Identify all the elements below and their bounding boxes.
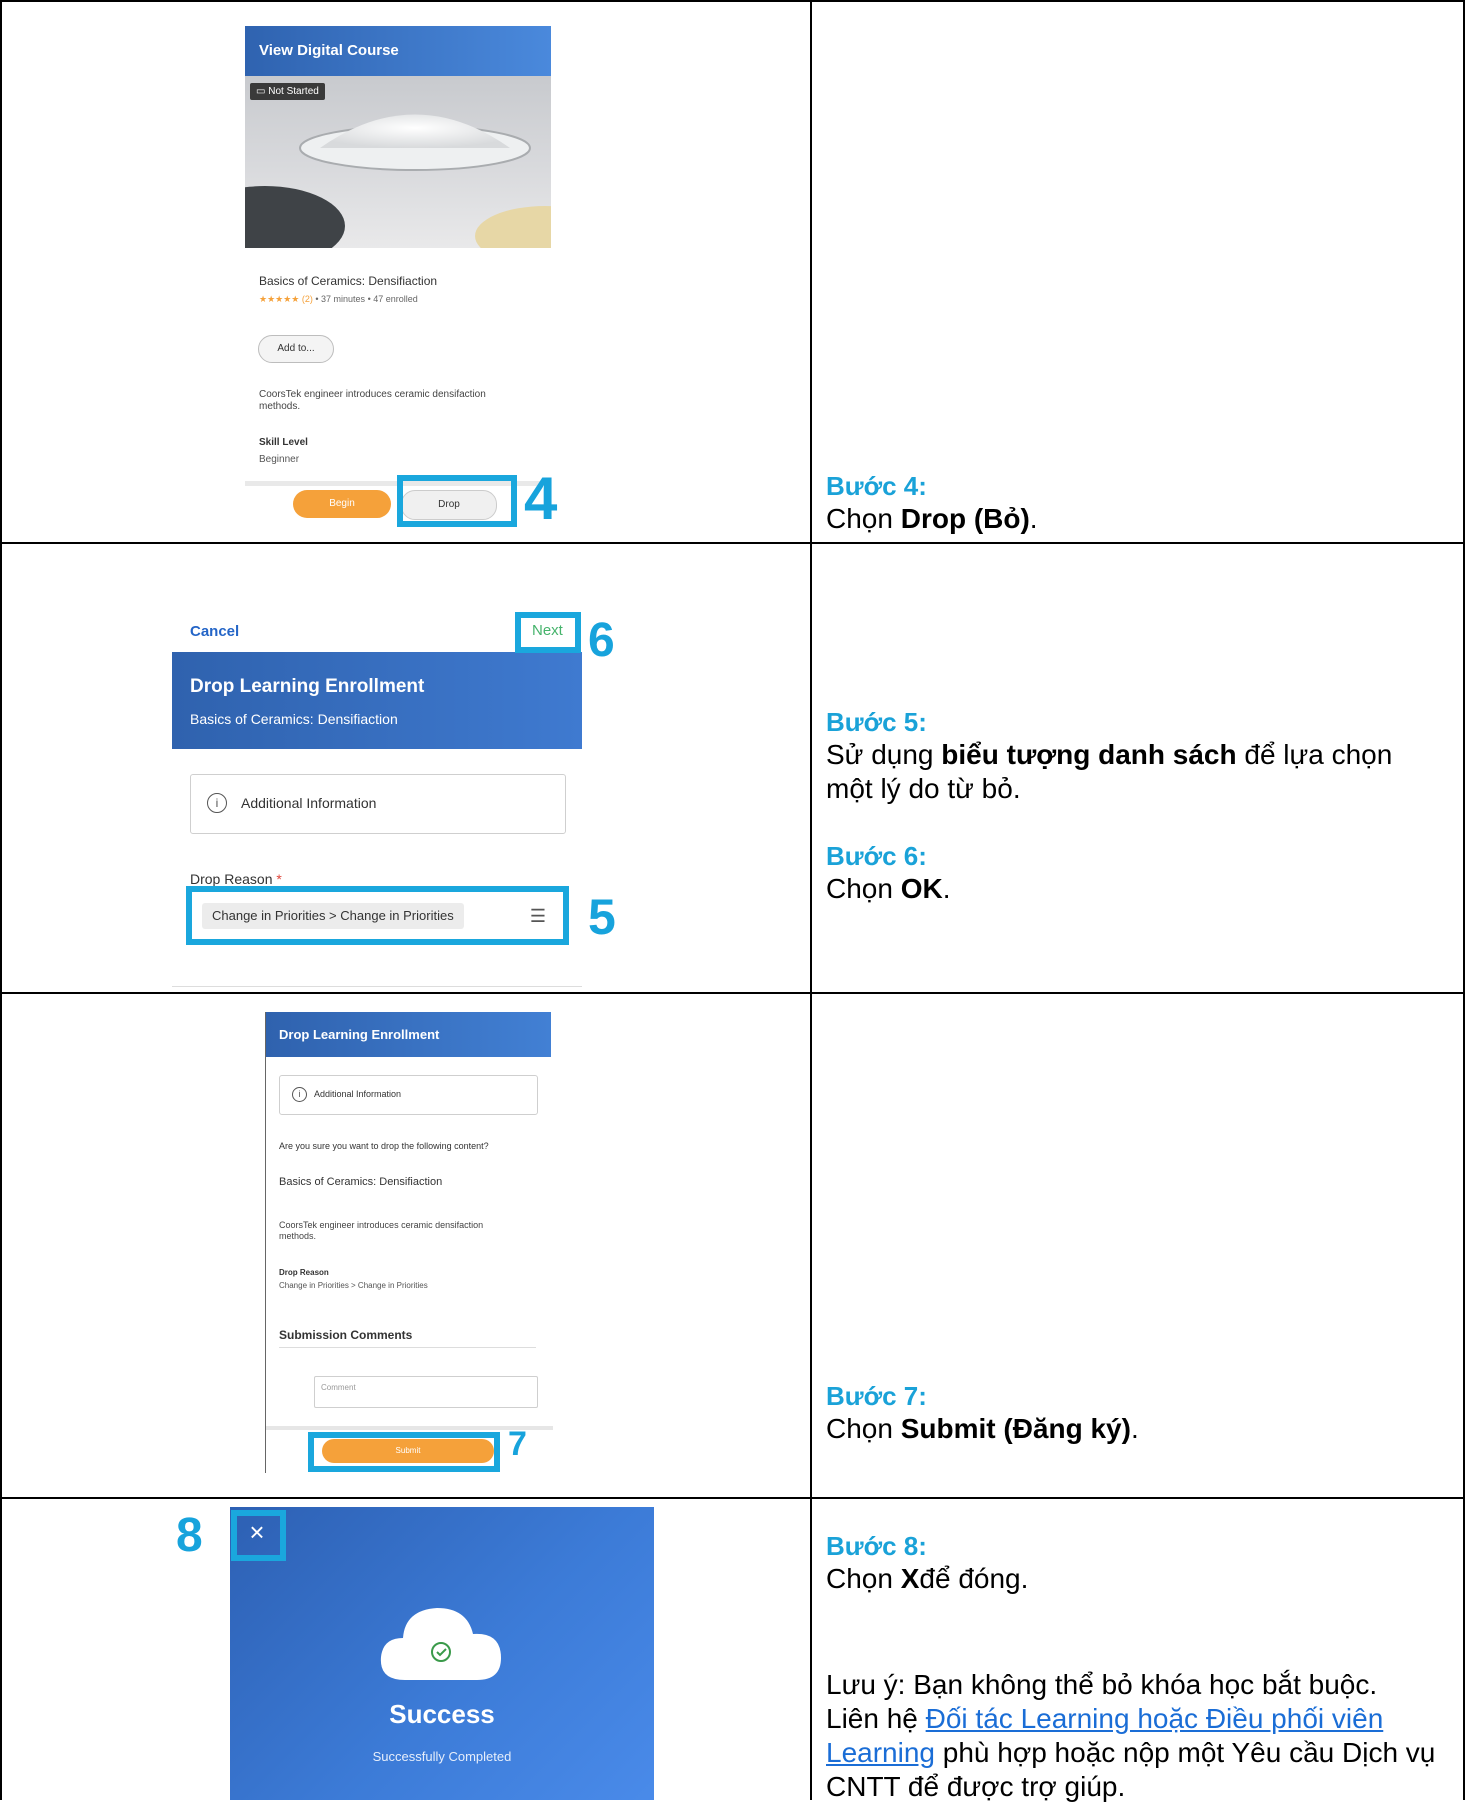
drop-reason-highlight-box <box>186 886 569 945</box>
enrollment-title: Drop Learning Enrollment <box>190 676 425 697</box>
additional-information-box[interactable]: i Additional Information <box>190 774 566 834</box>
table-border-top <box>0 0 1465 2</box>
step-8-bold: X <box>900 1563 920 1594</box>
cloud-icon <box>380 1608 501 1680</box>
table-row-divider-3 <box>0 1497 1465 1499</box>
confirm-header-title: Drop Learning Enrollment <box>279 1027 440 1042</box>
course-description: CoorsTek engineer introduces ceramic den… <box>259 389 486 412</box>
required-marker: * <box>276 871 282 887</box>
step-8-text: Chọn Xđể đóng. <box>826 1562 1436 1596</box>
step-5-instruction: Bước 5: Sử dụng biểu tượng danh sách để … <box>826 706 1436 806</box>
step-7-text: Chọn Submit (Đăng ký). <box>826 1412 1436 1446</box>
step-7-title: Bước 7: <box>826 1381 927 1411</box>
table-row-divider-1 <box>0 542 1465 544</box>
screenshot-confirm-drop: Drop Learning Enrollment i Additional In… <box>265 1012 553 1473</box>
step-4-text: Chọn Drop (Bỏ). <box>826 502 1436 536</box>
success-title: Success <box>389 1699 495 1729</box>
screenshot-success: × Success Successfully Completed <box>230 1507 654 1800</box>
course-enrolled: 47 enrolled <box>373 294 418 304</box>
callout-7: 7 <box>508 1425 527 1463</box>
step-8-post: để đóng. <box>919 1563 1029 1594</box>
course-thumbnail: ▭ Not Started <box>245 76 551 248</box>
confirm-question: Are you sure you want to drop the follow… <box>279 1141 489 1151</box>
rating-stars: ★★★★★ (2) <box>259 294 313 304</box>
submit-highlight-box <box>308 1432 500 1472</box>
ceramic-powder-image <box>245 114 551 248</box>
course-duration: 37 minutes <box>321 294 366 304</box>
table-column-divider <box>810 0 812 1800</box>
screenshot-view-digital-course: View Digital Course ▭ Not Started Basics… <box>245 26 551 531</box>
divider <box>279 1347 536 1348</box>
step-5-pre: Sử dụng <box>826 739 942 770</box>
next-highlight-box <box>515 612 581 653</box>
step-7-pre: Chọn <box>826 1413 901 1444</box>
step-5-title: Bước 5: <box>826 707 927 737</box>
close-highlight-box <box>231 1510 286 1561</box>
confirm-description: CoorsTek engineer introduces ceramic den… <box>279 1220 484 1241</box>
callout-4: 4 <box>524 465 558 532</box>
additional-information-box[interactable]: i Additional Information <box>279 1075 538 1115</box>
confirm-drop-reason-value: Change in Priorities > Change in Priorit… <box>279 1281 428 1290</box>
callout-6: 6 <box>588 614 615 667</box>
skill-level-value: Beginner <box>259 454 300 465</box>
add-to-button[interactable]: Add to... <box>258 335 334 363</box>
enrollment-header: Drop Learning Enrollment Basics of Ceram… <box>172 652 582 749</box>
monitor-icon: ▭ <box>256 86 266 97</box>
confirm-drop-reason-label: Drop Reason <box>279 1268 329 1277</box>
additional-information-label: Additional Information <box>241 795 377 811</box>
course-header-title: View Digital Course <box>259 42 399 59</box>
submission-comments-heading: Submission Comments <box>279 1328 413 1342</box>
course-title: Basics of Ceramics: Densifiaction <box>259 274 438 288</box>
comment-placeholder: Comment <box>321 1383 356 1392</box>
course-meta: ★★★★★ (2) • 37 minutes • 47 enrolled <box>259 294 418 304</box>
step-5-text: Sử dụng biểu tượng danh sách để lựa chọn… <box>826 738 1436 806</box>
confirm-header: Drop Learning Enrollment <box>266 1012 551 1057</box>
step-7-bold: Submit (Đăng ký) <box>900 1413 1131 1444</box>
drop-reason-label: Drop Reason * <box>190 871 282 887</box>
step-6-title: Bước 6: <box>826 841 927 871</box>
drop-reason-text: Drop Reason <box>190 871 273 887</box>
info-icon: i <box>292 1087 307 1102</box>
table-row-divider-2 <box>0 992 1465 994</box>
callout-8: 8 <box>176 1509 203 1562</box>
step-8-pre: Chọn <box>826 1563 901 1594</box>
skill-level-label: Skill Level <box>259 437 308 448</box>
callout-5: 5 <box>588 889 616 945</box>
comment-input[interactable]: Comment <box>314 1376 538 1408</box>
step-8-note: Lưu ý: Bạn không thể bỏ khóa học bắt buộ… <box>826 1668 1436 1804</box>
success-subtitle: Successfully Completed <box>372 1749 512 1764</box>
table-border-left <box>0 0 2 1800</box>
step-6-post: . <box>942 873 951 904</box>
additional-information-label: Additional Information <box>314 1089 402 1099</box>
enrollment-subtitle: Basics of Ceramics: Densifiaction <box>190 711 398 727</box>
step-4-title: Bước 4: <box>826 471 927 501</box>
cancel-button[interactable]: Cancel <box>190 623 239 640</box>
step-6-bold: OK <box>900 873 943 904</box>
step-8-instruction: Bước 8: Chọn Xđể đóng. <box>826 1530 1436 1596</box>
step-8-title: Bước 8: <box>826 1531 927 1561</box>
course-header: View Digital Course <box>245 26 551 76</box>
step-4-bold: Drop (Bỏ) <box>900 503 1030 534</box>
step-7-post: . <box>1130 1413 1139 1444</box>
step-4-pre: Chọn <box>826 503 901 534</box>
step-7-instruction: Bước 7: Chọn Submit (Đăng ký). <box>826 1380 1436 1446</box>
step-4-instruction: Bước 4: Chọn Drop (Bỏ). <box>826 470 1436 536</box>
step-4-post: . <box>1029 503 1038 534</box>
divider <box>172 986 582 987</box>
step-6-instruction: Bước 6: Chọn OK. <box>826 840 1436 906</box>
step-6-text: Chọn OK. <box>826 872 1436 906</box>
step-6-pre: Chọn <box>826 873 901 904</box>
info-icon: i <box>207 793 227 813</box>
begin-button[interactable]: Begin <box>293 490 391 518</box>
confirm-course-title: Basics of Ceramics: Densifiaction <box>279 1176 443 1188</box>
status-badge: ▭ Not Started <box>250 83 325 100</box>
status-badge-label: Not Started <box>268 86 319 97</box>
drop-highlight-box <box>397 475 517 527</box>
step-5-bold: biểu tượng danh sách <box>941 739 1237 770</box>
